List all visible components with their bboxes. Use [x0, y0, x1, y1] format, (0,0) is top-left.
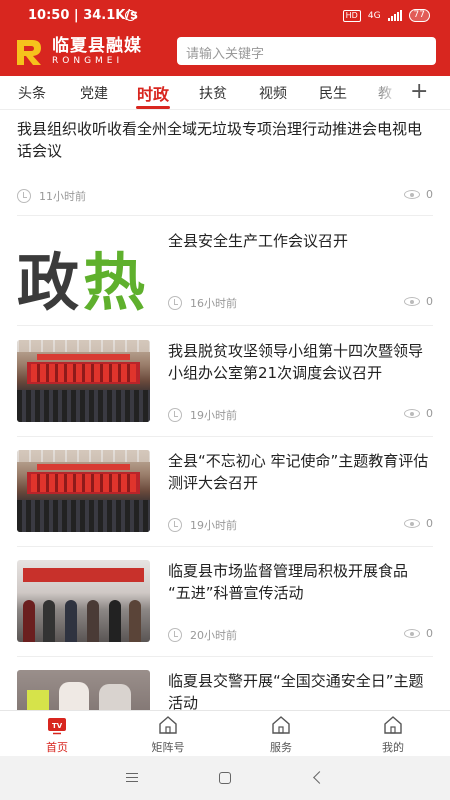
- eye-icon: [404, 297, 420, 306]
- home-icon: [272, 716, 290, 734]
- home-square-icon[interactable]: [219, 772, 231, 784]
- clock-icon: [17, 189, 31, 203]
- news-thumbnail: [17, 450, 150, 532]
- news-views: 0: [404, 517, 433, 530]
- clock-icon: [168, 628, 182, 642]
- tv-icon: TV: [48, 718, 66, 735]
- app-header: 10:50 | 34.1K/s HD 4G 77 临夏县融媒 RONGMEI 请…: [0, 0, 450, 76]
- nav-matrix[interactable]: 矩阵号: [138, 715, 198, 755]
- news-thumbnail: 政 热: [17, 234, 150, 316]
- news-title: 全县安全生产工作会议召开: [168, 232, 349, 250]
- back-icon[interactable]: [313, 771, 326, 784]
- alarm-icon: [125, 10, 136, 21]
- list-item[interactable]: 我县脱贫攻坚领导小组第十四次暨领导小组办公室第21次调度会议召开 19小时前 0: [17, 340, 433, 430]
- tab-party-building[interactable]: 党建: [80, 83, 108, 103]
- tab-headlines[interactable]: 头条: [18, 83, 46, 103]
- nav-mine[interactable]: 我的: [363, 715, 423, 755]
- tab-livelihood[interactable]: 民生: [319, 83, 347, 103]
- divider: [17, 325, 433, 326]
- rongmei-logo-icon: [17, 40, 41, 65]
- list-item[interactable]: 全县“不忘初心 牢记使命”主题教育评估测评大会召开 19小时前 0: [17, 450, 433, 540]
- list-item[interactable]: 临夏县交警开展“全国交通安全日”主题活动: [17, 670, 433, 710]
- eye-icon: [404, 519, 420, 528]
- news-feed: 我县组织收听收看全州全域无垃圾专项治理行动推进会电视电话会议 11小时前 0 政…: [0, 110, 450, 710]
- news-views: 0: [404, 188, 433, 201]
- nav-home-label: 首页: [46, 741, 68, 754]
- news-title: 临夏县交警开展“全国交通安全日”主题活动: [168, 672, 424, 710]
- divider: [17, 546, 433, 547]
- svg-text:政: 政: [17, 246, 79, 316]
- plus-icon[interactable]: +: [410, 81, 428, 103]
- news-title: 我县组织收听收看全州全域无垃圾专项治理行动推进会电视电话会议: [17, 120, 423, 160]
- news-views: 0: [404, 627, 433, 640]
- news-views: 0: [404, 295, 433, 308]
- clock-icon: [168, 408, 182, 422]
- zhengre-thumbnail-graphic: 政 热: [17, 246, 145, 316]
- list-item[interactable]: 政 热 全县安全生产工作会议召开 16小时前 0: [17, 230, 433, 320]
- category-tabs: 头条 党建 时政 扶贫 视频 民生 教 +: [0, 76, 450, 110]
- bottom-nav: TV 首页 矩阵号 服务 我的: [0, 710, 450, 756]
- news-views: 0: [404, 407, 433, 420]
- divider: [17, 436, 433, 437]
- news-thumbnail: [17, 340, 150, 422]
- tab-poverty-alleviation[interactable]: 扶贫: [199, 83, 227, 103]
- network-label: 4G: [367, 10, 381, 21]
- news-thumbnail: [17, 560, 150, 642]
- status-indicators: HD 4G 77: [342, 9, 430, 22]
- news-time: 20小时前: [168, 627, 237, 643]
- news-time: 11小时前: [17, 188, 86, 204]
- tab-video[interactable]: 视频: [259, 83, 287, 103]
- eye-icon: [404, 190, 420, 199]
- divider: [17, 656, 433, 657]
- svg-text:TV: TV: [52, 722, 63, 730]
- home-icon: [384, 716, 402, 734]
- signal-icon: [387, 10, 402, 21]
- news-title: 临夏县市场监督管理局积极开展食品 “五进”科普宣传活动: [168, 562, 409, 602]
- battery-icon: 77: [408, 9, 430, 22]
- news-title: 我县脱贫攻坚领导小组第十四次暨领导小组办公室第21次调度会议召开: [168, 342, 424, 382]
- svg-text:热: 热: [83, 246, 145, 316]
- list-item[interactable]: 临夏县市场监督管理局积极开展食品 “五进”科普宣传活动 20小时前 0: [17, 560, 433, 650]
- news-title: 全县“不忘初心 牢记使命”主题教育评估测评大会召开: [168, 452, 429, 492]
- system-nav-bar: [0, 756, 450, 800]
- eye-icon: [404, 629, 420, 638]
- nav-service[interactable]: 服务: [251, 715, 311, 755]
- eye-icon: [404, 409, 420, 418]
- nav-matrix-label: 矩阵号: [151, 741, 185, 754]
- brand-name: 临夏县融媒: [52, 36, 142, 56]
- status-time: 10:50 | 34.1K/s: [28, 8, 138, 23]
- search-input[interactable]: 请输入关键字: [177, 37, 436, 65]
- list-item[interactable]: 我县组织收听收看全州全域无垃圾专项治理行动推进会电视电话会议 11小时前 0: [17, 110, 433, 212]
- news-time: 19小时前: [168, 407, 237, 423]
- active-tab-indicator: [136, 106, 170, 109]
- nav-service-label: 服务: [270, 741, 292, 754]
- hd-badge: HD: [342, 9, 361, 22]
- news-time: 16小时前: [168, 295, 237, 311]
- news-thumbnail: [17, 670, 150, 710]
- divider: [17, 215, 433, 216]
- tab-politics[interactable]: 时政: [137, 81, 169, 105]
- nav-home[interactable]: TV 首页: [27, 715, 87, 755]
- clock-icon: [168, 518, 182, 532]
- nav-mine-label: 我的: [382, 741, 404, 754]
- brand-subtitle: RONGMEI: [52, 56, 124, 66]
- app-logo: 临夏县融媒 RONGMEI: [14, 37, 142, 67]
- home-icon: [159, 716, 177, 734]
- clock-icon: [168, 296, 182, 310]
- status-bar: 10:50 | 34.1K/s HD 4G 77: [0, 0, 450, 32]
- news-time: 19小时前: [168, 517, 237, 533]
- menu-icon[interactable]: [126, 773, 138, 782]
